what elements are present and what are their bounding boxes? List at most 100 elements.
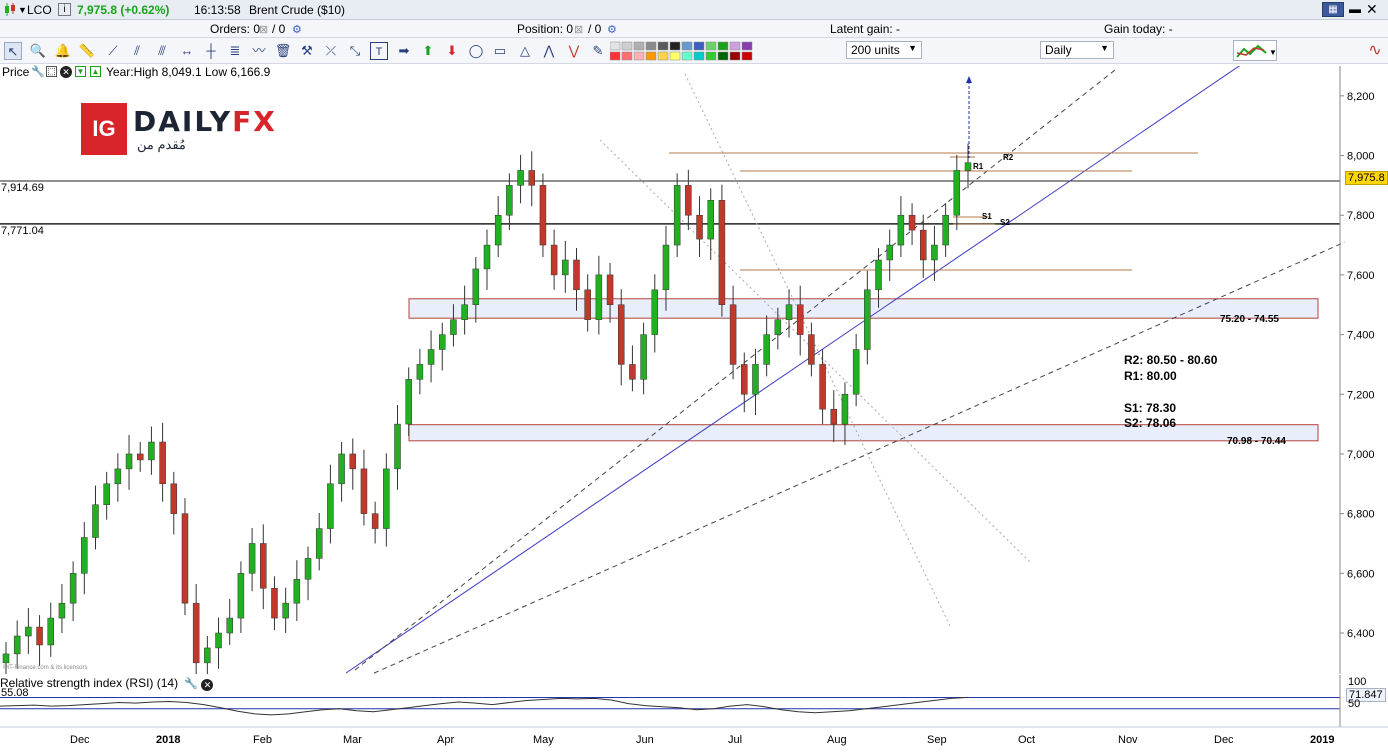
candle: [349, 438, 357, 490]
candle-body: [886, 244, 893, 261]
y-tick-label: 7,400: [1347, 330, 1375, 342]
candle-body: [539, 185, 547, 246]
trendline-icon[interactable]: ⟋: [104, 42, 122, 60]
y-tick-label: 8,200: [1347, 91, 1375, 103]
symbol-label[interactable]: LCO: [27, 3, 52, 17]
color-palette[interactable]: [609, 41, 758, 61]
arrow-down-icon[interactable]: ⬇: [443, 42, 461, 60]
units-select[interactable]: 200 units ▼: [846, 41, 922, 59]
trash-icon[interactable]: 🗑: [274, 42, 292, 60]
candle-body: [964, 162, 972, 171]
candle-body: [494, 214, 502, 246]
horizontal-line-icon[interactable]: ↔: [178, 42, 196, 60]
candle: [103, 471, 110, 520]
candle: [864, 270, 871, 365]
wave-icon[interactable]: 〰: [250, 42, 268, 60]
candle: [629, 345, 636, 392]
rsi-left-value: 55.08: [1, 687, 29, 699]
candle: [640, 322, 647, 395]
candle: [886, 229, 893, 281]
candle: [327, 464, 334, 544]
x-tick-label: Mar: [343, 734, 362, 746]
arrow-right-icon[interactable]: ➡: [395, 42, 413, 60]
candle-body: [819, 364, 826, 410]
zone-lower-label: 70.98 - 70.44: [1227, 436, 1286, 447]
ellipse-icon[interactable]: ◯: [467, 42, 485, 60]
position-settings-icon[interactable]: ⚙: [607, 23, 617, 36]
candle-body: [114, 468, 122, 485]
candle-body: [92, 504, 99, 538]
text-tool-icon[interactable]: T: [370, 42, 388, 60]
indicators-button[interactable]: ▼: [1233, 40, 1277, 61]
indicator-wave-icon[interactable]: ∿: [1366, 42, 1384, 60]
orders-settings-icon[interactable]: ⚙: [292, 23, 302, 36]
alert-bell-icon[interactable]: 🔔: [54, 42, 72, 60]
close-icon[interactable]: ✕: [1366, 1, 1378, 18]
vertical-line-icon[interactable]: ┼: [202, 42, 220, 60]
candle-body: [360, 468, 368, 514]
candle-body: [58, 602, 66, 619]
candle-body: [685, 185, 692, 216]
candle: [506, 173, 513, 231]
candle: [461, 285, 468, 335]
harmonic-icon[interactable]: ⋁: [565, 42, 583, 60]
candle: [271, 576, 278, 631]
candle-body: [2, 653, 10, 664]
candle: [819, 348, 826, 425]
calculator-icon[interactable]: ▦: [1322, 2, 1344, 17]
triangle-icon[interactable]: △: [516, 42, 534, 60]
candle-body: [864, 289, 871, 350]
candle: [718, 184, 726, 317]
candle-body: [841, 394, 849, 425]
rsi-chart[interactable]: [0, 675, 1388, 752]
candle: [651, 274, 659, 353]
orders-cancel-icon[interactable]: ⊠: [259, 23, 268, 36]
timeframe-select[interactable]: Daily ▼: [1040, 41, 1114, 59]
zoom-icon[interactable]: 🔍: [29, 42, 47, 60]
candle-body: [763, 334, 770, 365]
pattern-icon[interactable]: ⋀: [540, 42, 558, 60]
orders-label: Orders: 0: [210, 22, 261, 36]
info-icon[interactable]: i: [58, 3, 71, 16]
candle: [662, 225, 670, 311]
candle-body: [506, 185, 513, 216]
ray-icon[interactable]: ⤡: [346, 42, 364, 60]
candle: [416, 348, 424, 395]
trendline-main: [345, 66, 1241, 674]
channel-icon[interactable]: ⫻: [153, 42, 171, 60]
fibonacci-icon[interactable]: ≣: [226, 42, 244, 60]
candle: [673, 173, 681, 257]
zone-upper-label: 75.20 - 74.55: [1220, 314, 1279, 325]
rectangle-icon[interactable]: ▭: [491, 42, 509, 60]
candle: [315, 513, 323, 571]
x-tick-label: Aug: [827, 734, 847, 746]
tools-icon[interactable]: ⚒: [298, 42, 316, 60]
candle: [114, 453, 122, 502]
pointer-icon[interactable]: ↖: [4, 42, 22, 60]
arrow-up-icon[interactable]: ⬆: [419, 42, 437, 60]
pencil-icon[interactable]: ✎: [589, 42, 607, 60]
candle-body: [215, 632, 222, 649]
position-cancel-icon[interactable]: ⊠: [574, 23, 583, 36]
candle-body: [405, 379, 412, 425]
candle-body: [707, 200, 714, 240]
candle-body: [181, 513, 189, 604]
candle-body: [852, 349, 860, 395]
trendline-dashed-upper: [354, 69, 1116, 671]
cross-line-icon[interactable]: ⤫: [322, 42, 340, 60]
parallel-lines-icon[interactable]: ⫽: [128, 42, 146, 60]
symbol-dropdown-icon[interactable]: ▼: [18, 5, 27, 15]
candle: [260, 524, 267, 610]
candle-body: [741, 364, 748, 395]
minimize-icon[interactable]: ▬: [1349, 2, 1361, 16]
x-tick-label: Oct: [1018, 734, 1036, 746]
candle: [763, 315, 770, 377]
ruler-icon[interactable]: 📏: [78, 42, 96, 60]
candle: [550, 229, 558, 290]
y-tick-label: 6,800: [1347, 509, 1375, 521]
watermark: ©IT-Finance.com & its licensors: [3, 665, 88, 671]
level-label-1: 7,914.69: [1, 182, 44, 194]
candle: [92, 485, 99, 550]
candle: [483, 229, 491, 290]
candle: [338, 442, 345, 502]
